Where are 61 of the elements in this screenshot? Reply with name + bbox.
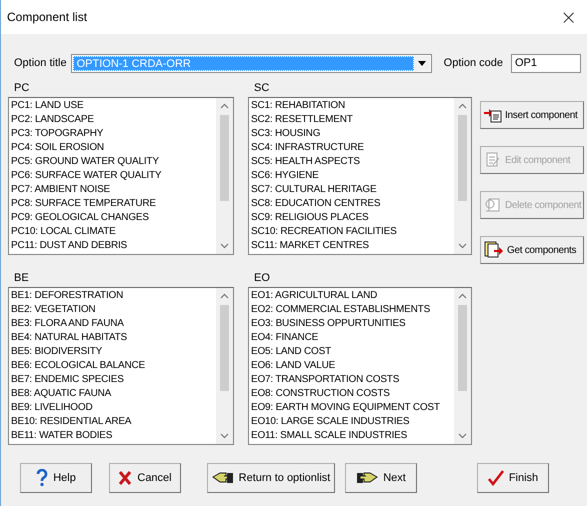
list-item[interactable]: EO7: TRANSPORTATION COSTS	[251, 373, 454, 387]
dropdown-value: OPTION-1 CRDA-ORR	[72, 56, 414, 70]
list-item[interactable]: EO1: AGRICULTURAL LAND	[251, 289, 454, 303]
list-item[interactable]: BE11: WATER BODIES	[11, 429, 216, 443]
field-label: Option code	[444, 57, 503, 69]
list-item[interactable]: BE6: ECOLOGICAL BALANCE	[11, 359, 216, 373]
list-item[interactable]: PC7: AMBIENT NOISE	[11, 183, 216, 197]
get-component-button[interactable]: Get components	[480, 236, 584, 264]
list-item[interactable]: PC1: LAND USE	[11, 99, 216, 113]
list-item[interactable]: EO11: SMALL SCALE INDUSTRIES	[251, 429, 454, 443]
list-item[interactable]: SC3: HOUSING	[251, 127, 454, 141]
list-item[interactable]: BE5: BIODIVERSITY	[11, 345, 216, 359]
list-item[interactable]: BE7: ENDEMIC SPECIES	[11, 373, 216, 387]
list-item[interactable]: SC1: REHABITATION	[251, 99, 454, 113]
list-item[interactable]: PC9: GEOLOGICAL CHANGES	[11, 211, 216, 225]
list-item[interactable]: PC3: TOPOGRAPHY	[11, 127, 216, 141]
list-item[interactable]: PC6: SURFACE WATER QUALITY	[11, 169, 216, 183]
list-item[interactable]: BE8: AQUATIC FAUNA	[11, 387, 216, 401]
option-code-field[interactable]: OP1	[511, 54, 581, 72]
list-item[interactable]: SC5: HEALTH ASPECTS	[251, 155, 454, 169]
list-item[interactable]: SC4: INFRASTRUCTURE	[251, 141, 454, 155]
list-item[interactable]: EO4: FINANCE	[251, 331, 454, 345]
list-item[interactable]: BE4: NATURAL HABITATS	[11, 331, 216, 345]
close-button[interactable]: ×	[558, 7, 579, 27]
finish-button[interactable]: Finish	[477, 463, 549, 493]
help-button[interactable]: Help	[20, 463, 92, 493]
list-item[interactable]: BE3: FLORA AND FAUNA	[11, 317, 216, 331]
list-item[interactable]: SC8: EDUCATION CENTRES	[251, 197, 454, 211]
list-item[interactable]: EO6: LAND VALUE	[251, 359, 454, 373]
window-title: Component list	[7, 10, 88, 24]
list-item[interactable]: PC10: LOCAL CLIMATE	[11, 225, 216, 239]
cancel-button[interactable]: Cancel	[109, 463, 181, 493]
return-button[interactable]: Return to optionlist	[207, 463, 335, 493]
list-item[interactable]: BE9: LIVELIHOOD	[11, 401, 216, 415]
list-item[interactable]: PC2: LANDSCAPE	[11, 113, 216, 127]
list-item[interactable]: EO2: COMMERCIAL ESTABLISHMENTS	[251, 303, 454, 317]
list-item[interactable]: SC2: RESETTLEMENT	[251, 113, 454, 127]
list-item[interactable]: SC10: RECREATION FACILITIES	[251, 225, 454, 239]
list-item[interactable]: EO9: EARTH MOVING EQUIPMENT COST	[251, 401, 454, 415]
list-item[interactable]: EO3: BUSINESS OPPURTUNITIES	[251, 317, 454, 331]
list-label: EO	[253, 271, 271, 286]
list-item[interactable]: SC6: HYGIENE	[251, 169, 454, 183]
list-item[interactable]: SC9: RELIGIOUS PLACES	[251, 211, 454, 225]
list-item[interactable]: EO8: CONSTRUCTION COSTS	[251, 387, 454, 401]
list-item[interactable]: BE10: RESIDENTIAL AREA	[11, 415, 216, 429]
list-item[interactable]: PC11: DUST AND DEBRIS	[11, 239, 216, 253]
list-label: BE	[13, 271, 30, 286]
next-button[interactable]: Next	[345, 463, 417, 493]
list-item[interactable]: SC7: CULTURAL HERITAGE	[251, 183, 454, 197]
list-item[interactable]: PC5: GROUND WATER QUALITY	[11, 155, 216, 169]
list-item[interactable]: BE2: VEGETATION	[11, 303, 216, 317]
list-item[interactable]: PC4: SOIL EROSION	[11, 141, 216, 155]
insert-component-button[interactable]: Insert component	[480, 101, 584, 129]
list-item[interactable]: EO5: LAND COST	[251, 345, 454, 359]
list-label: SC	[253, 81, 270, 96]
field-label: Option title	[14, 57, 67, 69]
list-item[interactable]: PC8: SURFACE TEMPERATURE	[11, 197, 216, 211]
list-item[interactable]: BE1: DEFORESTRATION	[11, 289, 216, 303]
list-item[interactable]: EO10: LARGE SCALE INDUSTRIES	[251, 415, 454, 429]
list-item[interactable]: SC11: MARKET CENTRES	[251, 239, 454, 253]
list-label: PC	[13, 81, 30, 96]
